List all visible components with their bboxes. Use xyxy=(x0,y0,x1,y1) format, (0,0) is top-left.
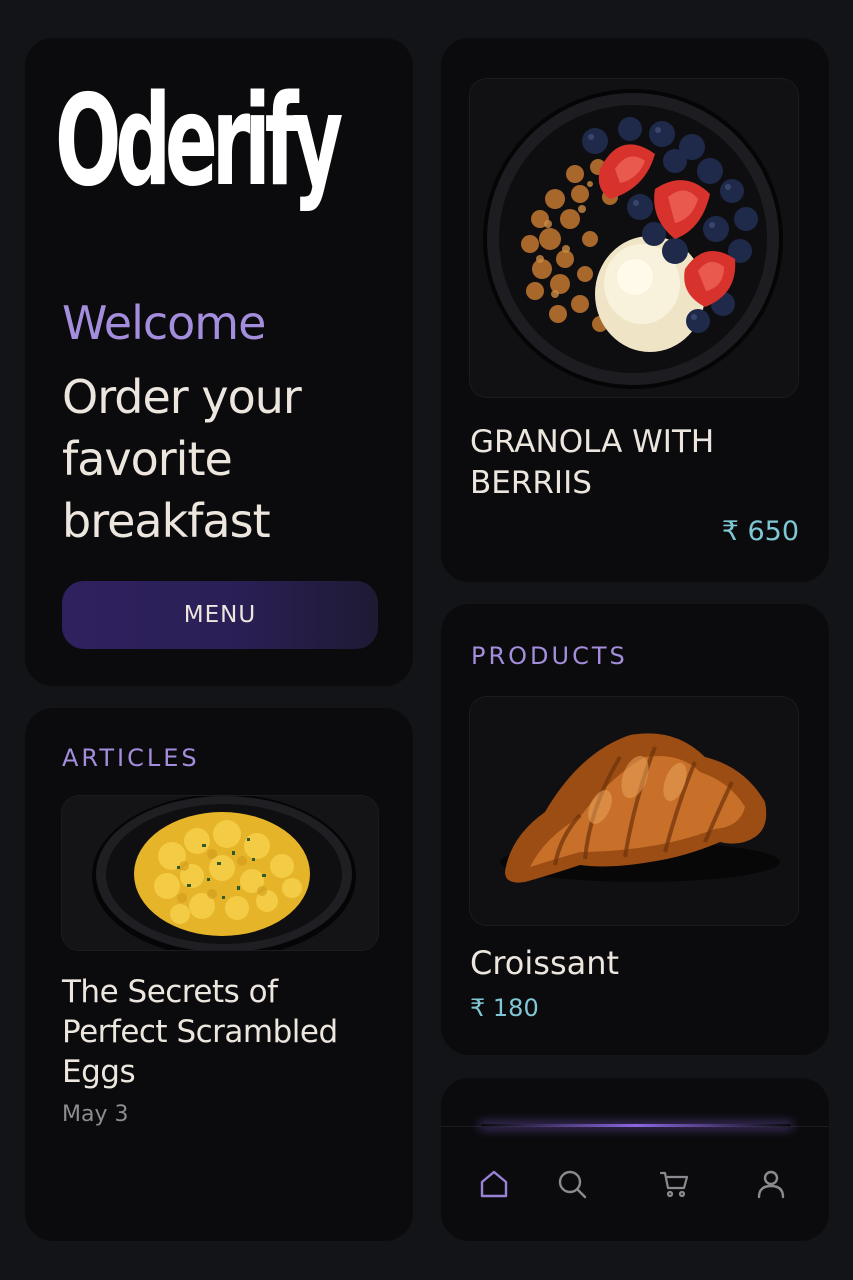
granola-bowl-image xyxy=(469,78,799,398)
article-date: May 3 xyxy=(62,1102,129,1127)
featured-item-card[interactable]: GRANOLA WITH BERRIIS ₹ 650 xyxy=(441,38,829,582)
home-icon[interactable] xyxy=(478,1168,510,1200)
scrambled-eggs-image[interactable] xyxy=(61,795,379,951)
bottom-nav xyxy=(441,1078,829,1241)
croissant-image[interactable] xyxy=(469,696,799,926)
product-name: Croissant xyxy=(470,944,620,982)
articles-card: ARTICLES The Secrets of Perfect Scramble… xyxy=(25,708,413,1241)
user-icon[interactable] xyxy=(755,1168,787,1200)
cart-icon[interactable] xyxy=(658,1168,690,1200)
featured-item-title: GRANOLA WITH BERRIIS xyxy=(470,424,715,501)
search-icon[interactable] xyxy=(556,1168,588,1200)
menu-button[interactable]: MENU xyxy=(62,581,378,649)
tagline: Order your favorite breakfast xyxy=(62,370,302,548)
welcome-heading: Welcome xyxy=(62,296,266,350)
brand-logo: Oderify xyxy=(55,67,343,214)
articles-section-label: ARTICLES xyxy=(62,744,200,772)
hero-card: Oderify Welcome Order your favorite brea… xyxy=(25,38,413,686)
nav-active-glow xyxy=(481,1124,791,1127)
featured-item-price: ₹ 650 xyxy=(721,516,799,547)
products-card: PRODUCTS Croissant ₹ 180 xyxy=(441,604,829,1055)
product-price: ₹ 180 xyxy=(470,994,539,1022)
article-title[interactable]: The Secrets of Perfect Scrambled Eggs xyxy=(62,972,382,1092)
products-section-label: PRODUCTS xyxy=(471,642,628,670)
